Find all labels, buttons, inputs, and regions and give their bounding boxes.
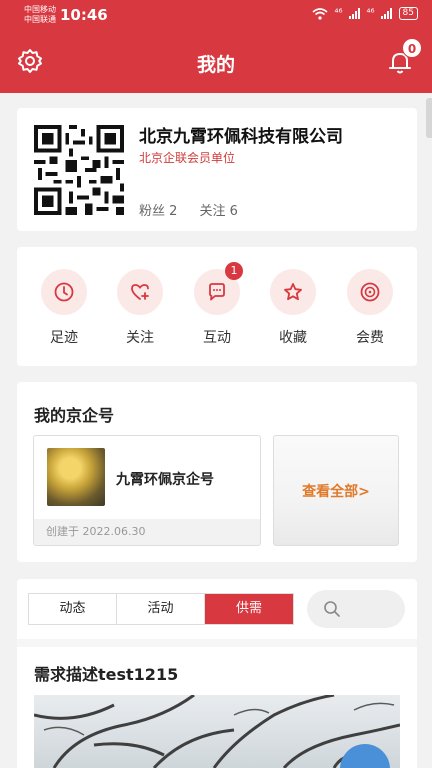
action-label: 足迹 [50,330,78,346]
clock-icon [54,282,74,302]
action-label: 会费 [356,330,384,346]
follow-stat[interactable]: 关注 6 [199,200,237,219]
jingqi-created-date: 创建于 2022.06.30 [34,519,260,545]
tab-dynamics[interactable]: 动态 [29,594,117,624]
status-time: 10:46 [60,6,108,24]
jingqi-item[interactable]: 九霄环佩京企号 创建于 2022.06.30 [33,435,261,546]
feed-tabs: 动态 活动 供需 [28,593,294,625]
action-favorites[interactable]: 收藏 [263,269,323,347]
carrier-2: 中国联通 [24,15,56,24]
post-title[interactable]: 需求描述test1215 [34,661,178,685]
post-image[interactable] [34,695,400,768]
action-footprint[interactable]: 足迹 [34,269,94,347]
my-jingqi-card: 我的京企号 九霄环佩京企号 创建于 2022.06.30 查看全部> [17,382,417,562]
header: 中国移动 中国联通 10:46 ⁴⁶ ⁴⁶ 85 我的 0 [0,0,432,93]
signal-label-1: ⁴⁶ [334,8,343,19]
fans-label: 粉丝 [139,204,166,219]
jingqi-thumbnail [47,448,105,506]
coin-icon [360,282,380,302]
action-circle [117,269,163,315]
chat-bubble-icon [209,283,225,301]
notification-badge: 0 [402,38,422,58]
action-label: 收藏 [279,330,307,346]
heart-plus-icon [131,284,149,300]
member-tag: 北京企联会员单位 [139,151,236,165]
search-icon [324,601,340,617]
status-icons: ⁴⁶ ⁴⁶ 85 [312,7,418,20]
search-button[interactable] [307,590,405,628]
signal-icon [380,8,392,19]
interact-badge: 1 [225,262,243,280]
profile-stats: 粉丝 2 关注 6 [139,200,238,219]
jingqi-name: 九霄环佩京企号 [116,472,214,488]
carrier-info: 中国移动 中国联通 [24,5,56,25]
tab-supply-demand[interactable]: 供需 [205,594,293,624]
signal-icon [348,8,360,19]
carrier-1: 中国移动 [24,5,56,14]
quick-actions-card: 足迹 关注 1 互动 收藏 会费 [17,247,417,366]
qr-code-icon[interactable] [30,121,128,219]
action-circle [41,269,87,315]
company-name: 北京九霄环佩科技有限公司 [139,127,343,147]
star-icon [284,283,302,301]
action-label: 互动 [203,330,231,346]
divider [17,639,417,647]
fans-count: 2 [169,204,178,219]
action-circle [347,269,393,315]
follow-count: 6 [229,204,238,219]
tab-activities[interactable]: 活动 [117,594,205,624]
follow-label: 关注 [199,204,226,219]
view-all-button[interactable]: 查看全部> [273,435,399,546]
action-interact[interactable]: 1 互动 [187,262,247,347]
action-follow[interactable]: 关注 [110,269,170,347]
fans-stat[interactable]: 粉丝 2 [139,200,177,219]
profile-card[interactable]: 北京九霄环佩科技有限公司 北京企联会员单位 粉丝 2 关注 6 [17,108,417,231]
action-label: 关注 [126,330,154,346]
page-title: 我的 [196,54,235,76]
status-bar: 中国移动 中国联通 10:46 ⁴⁶ ⁴⁶ 85 [0,0,432,32]
edge-handle[interactable] [426,98,432,138]
action-membership-fee[interactable]: 会费 [340,269,400,347]
section-title: 我的京企号 [34,406,115,425]
battery-indicator: 85 [398,7,418,20]
feed-card: 动态 活动 供需 需求描述test1215 [17,579,417,768]
wifi-icon [312,7,329,20]
signal-label-2: ⁴⁶ [366,8,375,19]
action-circle [270,269,316,315]
